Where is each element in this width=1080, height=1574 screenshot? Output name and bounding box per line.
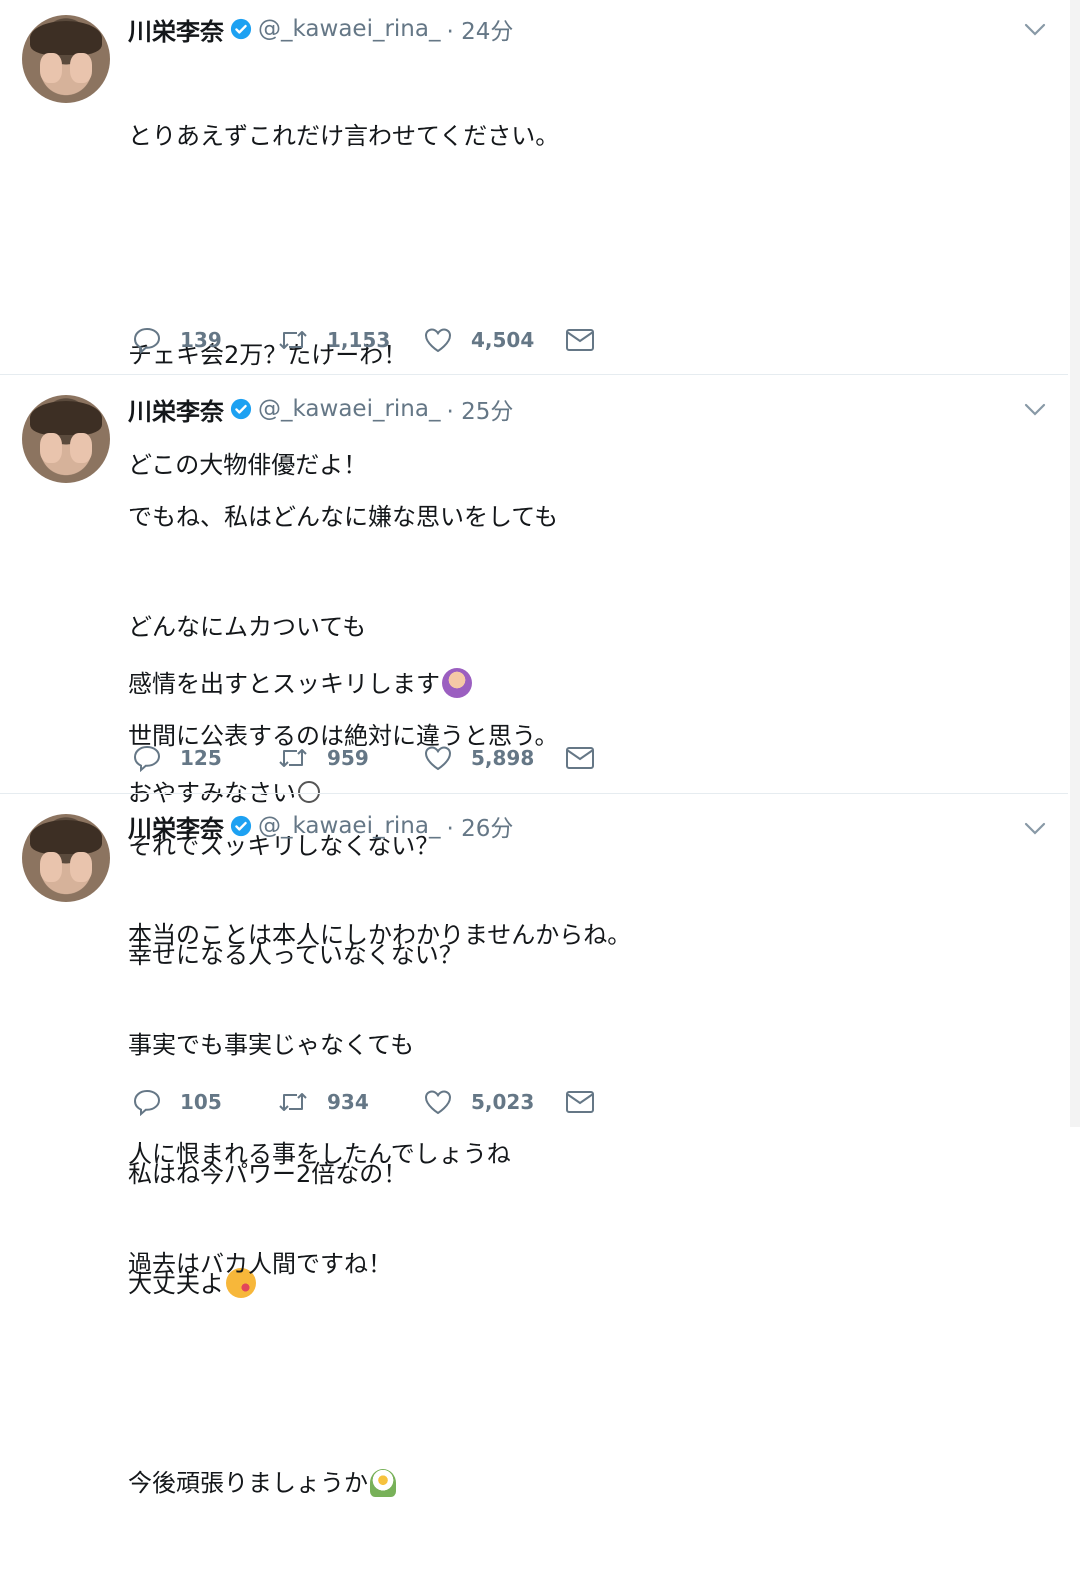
like-count: 4,504 bbox=[471, 328, 535, 352]
display-name[interactable]: 川栄李奈 bbox=[128, 392, 224, 427]
blossom-emoji-icon bbox=[370, 1468, 396, 1497]
avatar-hand bbox=[40, 852, 62, 882]
retweet-button[interactable]: 934 bbox=[277, 1087, 423, 1117]
tweet-header: 川栄李奈 @_kawaei_rina_ · 26分 bbox=[128, 809, 513, 844]
reply-count: 125 bbox=[180, 746, 222, 770]
direct-message-button[interactable] bbox=[565, 1087, 613, 1117]
heart-icon bbox=[424, 1090, 452, 1115]
scrollbar[interactable] bbox=[1070, 0, 1080, 1127]
tweet[interactable]: 川栄李奈 @_kawaei_rina_ · 26分 本当のことは本人にしかわかり… bbox=[0, 794, 1068, 1497]
avatar[interactable] bbox=[22, 15, 110, 103]
verified-badge-icon bbox=[230, 815, 252, 837]
reply-button[interactable]: 125 bbox=[132, 743, 277, 773]
envelope-icon bbox=[566, 747, 594, 769]
retweet-count: 959 bbox=[327, 746, 369, 770]
tweet-text: 本当のことは本人にしかわかりませんからね。 事実でも事実じゃなくても 人に恨まれ… bbox=[128, 844, 631, 1574]
like-button[interactable]: 4,504 bbox=[423, 325, 565, 355]
avatar-hand bbox=[70, 852, 92, 882]
reply-icon bbox=[133, 327, 161, 354]
tweet-line-with-emoji: 今後頑張りましょうか bbox=[128, 1465, 631, 1502]
avatar-hand bbox=[70, 433, 92, 463]
username[interactable]: @_kawaei_rina_ bbox=[258, 16, 440, 42]
envelope-icon bbox=[566, 1091, 594, 1113]
chevron-down-icon[interactable] bbox=[1024, 402, 1046, 418]
retweet-count: 1,153 bbox=[327, 328, 391, 352]
tweet-actions: 139 1,153 4,504 bbox=[132, 325, 613, 355]
retweet-icon bbox=[279, 331, 307, 349]
tweet-line: どんなにムカついても bbox=[128, 612, 367, 641]
verified-badge-icon bbox=[230, 18, 252, 40]
tweet-line: 事実でも事実じゃなくても bbox=[128, 1030, 415, 1059]
verified-badge-icon bbox=[230, 398, 252, 420]
tweet-line: 人に恨まれる事をしたんでしょうね bbox=[128, 1140, 511, 1168]
like-button[interactable]: 5,023 bbox=[423, 1087, 565, 1117]
retweet-icon bbox=[279, 749, 307, 767]
display-name[interactable]: 川栄李奈 bbox=[128, 12, 224, 47]
avatar-hand bbox=[40, 433, 62, 463]
avatar-hand bbox=[70, 53, 92, 83]
tweet-line: とりあえずこれだけ言わせてください。 bbox=[128, 122, 560, 150]
username[interactable]: @_kawaei_rina_ bbox=[258, 396, 440, 422]
tweet-line bbox=[128, 228, 559, 265]
reply-icon bbox=[133, 1089, 161, 1116]
reply-count: 105 bbox=[180, 1090, 222, 1114]
like-button[interactable]: 5,898 bbox=[423, 743, 565, 773]
heart-icon bbox=[424, 328, 452, 353]
tweet-actions: 125 959 5,898 bbox=[132, 743, 613, 773]
display-name[interactable]: 川栄李奈 bbox=[128, 809, 224, 844]
tweet[interactable]: 川栄李奈 @_kawaei_rina_ · 25分 でもね、私はどんなに嫌な思い… bbox=[0, 375, 1068, 1298]
timestamp[interactable]: · 25分 bbox=[446, 392, 513, 426]
avatar-hair bbox=[30, 21, 102, 55]
tweet-line: でもね、私はどんなに嫌な思いをしても bbox=[128, 503, 559, 531]
tweet-actions: 105 934 5,023 bbox=[132, 1087, 613, 1117]
username[interactable]: @_kawaei_rina_ bbox=[258, 813, 440, 839]
reply-count: 139 bbox=[180, 328, 222, 352]
reply-button[interactable]: 105 bbox=[132, 1087, 277, 1117]
reply-button[interactable]: 139 bbox=[132, 325, 277, 355]
tweet-header: 川栄李奈 @_kawaei_rina_ · 25分 bbox=[128, 392, 513, 427]
tweet-header: 川栄李奈 @_kawaei_rina_ · 24分 bbox=[128, 12, 513, 47]
retweet-button[interactable]: 959 bbox=[277, 743, 423, 773]
avatar[interactable] bbox=[22, 395, 110, 483]
timestamp[interactable]: · 26分 bbox=[446, 809, 513, 843]
tweet-line: 過去はバカ人間ですね！ bbox=[128, 1249, 392, 1278]
tweet[interactable]: 川栄李奈 @_kawaei_rina_ · 24分 とりあえずこれだけ言わせてく… bbox=[0, 0, 1068, 807]
like-count: 5,898 bbox=[471, 746, 535, 770]
chevron-down-icon[interactable] bbox=[1024, 821, 1046, 837]
avatar-hair bbox=[30, 820, 102, 854]
retweet-button[interactable]: 1,153 bbox=[277, 325, 423, 355]
direct-message-button[interactable] bbox=[565, 325, 613, 355]
timestamp[interactable]: · 24分 bbox=[446, 12, 513, 46]
chevron-down-icon[interactable] bbox=[1024, 22, 1046, 38]
retweet-count: 934 bbox=[327, 1090, 369, 1114]
tweet-line bbox=[128, 1355, 631, 1392]
avatar-hand bbox=[40, 53, 62, 83]
retweet-icon bbox=[279, 1093, 307, 1111]
envelope-icon bbox=[566, 329, 594, 351]
avatar[interactable] bbox=[22, 814, 110, 902]
heart-icon bbox=[424, 746, 452, 771]
avatar-hair bbox=[30, 401, 102, 435]
like-count: 5,023 bbox=[471, 1090, 535, 1114]
reply-icon bbox=[133, 745, 161, 772]
tweet-line: 本当のことは本人にしかわかりませんからね。 bbox=[128, 921, 632, 949]
tweet-line: 今後頑張りましょうか bbox=[128, 1468, 368, 1497]
direct-message-button[interactable] bbox=[565, 743, 613, 773]
